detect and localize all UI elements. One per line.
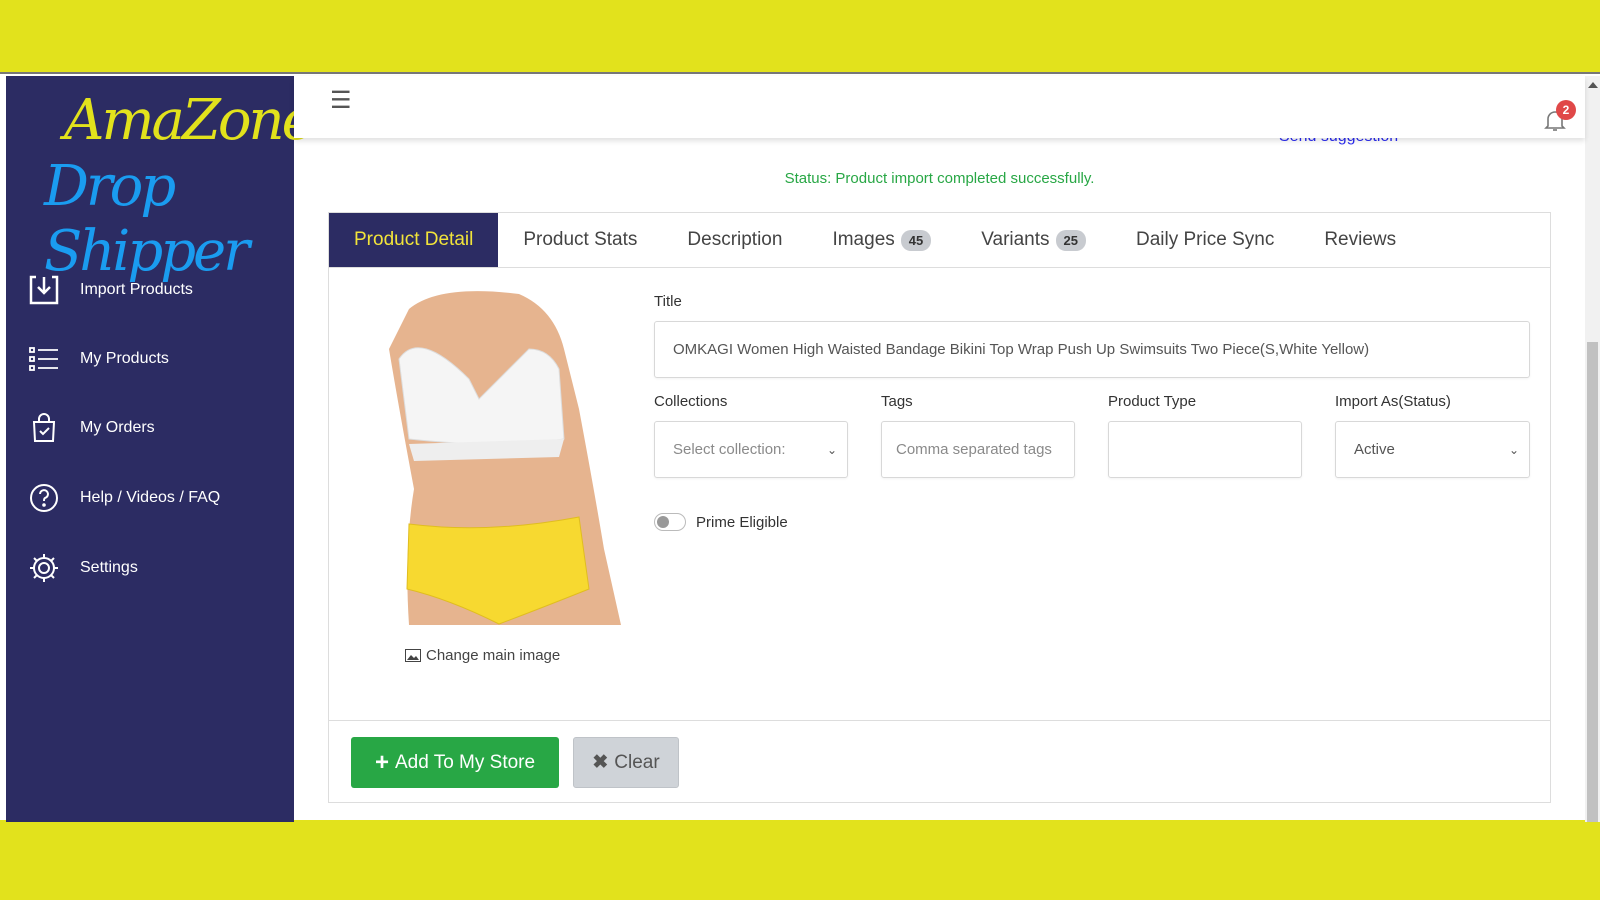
tab-label: Daily Price Sync — [1136, 229, 1275, 250]
logo-text-dropshipper: Drop Shipper — [44, 154, 250, 284]
tags-placeholder: Comma separated tags — [896, 441, 1052, 458]
notification-badge: 2 — [1556, 100, 1576, 120]
import-status-select[interactable]: Active ⌄ — [1335, 421, 1530, 478]
import-status-label: Import As(Status) — [1335, 393, 1451, 410]
sidebar-item-settings[interactable]: Settings — [28, 552, 138, 584]
tab-label: Product Detail — [354, 229, 474, 250]
gear-icon — [30, 554, 58, 582]
tab-description[interactable]: Description — [662, 213, 807, 267]
tab-bar: Product Detail Product Stats Description… — [329, 213, 1550, 268]
sidebar-item-label: Help / Videos / FAQ — [80, 489, 221, 506]
collections-placeholder: Select collection: — [673, 441, 786, 458]
tab-product-detail[interactable]: Product Detail — [329, 213, 499, 267]
import-icon — [29, 275, 59, 305]
help-icon — [30, 484, 58, 512]
tags-input[interactable]: Comma separated tags — [881, 421, 1075, 478]
title-value: OMKAGI Women High Waisted Bandage Bikini… — [673, 341, 1370, 358]
sidebar-item-import-products[interactable]: Import Products — [28, 274, 193, 306]
product-card: Product Detail Product Stats Description… — [328, 212, 1551, 803]
prime-eligible-label: Prime Eligible — [696, 513, 788, 531]
chevron-down-icon: ⌄ — [826, 442, 837, 457]
plus-icon: + — [374, 748, 389, 776]
tab-product-stats[interactable]: Product Stats — [498, 213, 662, 267]
add-label: Add To My Store — [394, 751, 536, 773]
clear-button[interactable]: ✖ Clear — [573, 737, 679, 788]
collections-label: Collections — [654, 393, 728, 410]
scrollbar-thumb[interactable] — [1587, 342, 1598, 822]
divider — [329, 720, 1550, 721]
tab-daily-price-sync[interactable]: Daily Price Sync — [1111, 213, 1299, 267]
change-main-image-link[interactable]: Change main image — [405, 647, 560, 664]
clear-label: Clear — [614, 751, 660, 773]
add-to-store-button[interactable]: + Add To My Store — [351, 737, 559, 788]
image-icon — [405, 649, 421, 662]
logo-text-amazone: AmaZone — [64, 88, 315, 153]
product-type-input[interactable] — [1108, 421, 1302, 478]
collections-select[interactable]: Select collection: ⌄ — [654, 421, 848, 478]
shopping-bag-icon — [32, 413, 56, 442]
images-count-badge: 45 — [900, 229, 932, 251]
close-icon: ✖ — [592, 752, 609, 773]
notifications-button[interactable]: 2 — [1544, 100, 1576, 137]
tab-reviews[interactable]: Reviews — [1299, 213, 1421, 267]
change-image-label: Change main image — [426, 647, 561, 664]
chevron-down-icon: ⌄ — [1508, 442, 1519, 457]
tags-label: Tags — [881, 393, 913, 410]
product-main-image — [379, 289, 621, 625]
tab-label: Variants — [981, 229, 1050, 250]
product-type-label: Product Type — [1108, 393, 1197, 410]
tab-label: Description — [687, 229, 783, 250]
sidebar: AmaZone Drop Shipper Import Products My … — [6, 76, 315, 822]
prime-eligible-toggle[interactable]: Prime Eligible — [654, 513, 788, 531]
list-icon — [29, 347, 58, 371]
top-header: ☰ 2 — [294, 76, 1585, 138]
title-input[interactable]: OMKAGI Women High Waisted Bandage Bikini… — [654, 321, 1530, 378]
app-window: AmaZone Drop Shipper Import Products My … — [0, 72, 1600, 822]
tab-label: Reviews — [1324, 229, 1397, 250]
tab-images[interactable]: Images 45 — [807, 213, 956, 267]
tab-label: Product Stats — [523, 229, 638, 250]
tab-label: Images — [832, 229, 895, 250]
tab-variants[interactable]: Variants 25 — [956, 213, 1111, 267]
title-label: Title — [654, 293, 682, 310]
sidebar-item-label: My Orders — [80, 419, 155, 436]
sidebar-item-help[interactable]: Help / Videos / FAQ — [28, 482, 220, 514]
variants-count-badge: 25 — [1055, 229, 1086, 251]
import-status-value: Active — [1354, 441, 1395, 458]
sidebar-item-my-orders[interactable]: My Orders — [28, 412, 155, 444]
sidebar-item-label: Settings — [80, 559, 138, 576]
sidebar-item-label: My Products — [80, 350, 169, 367]
toggle-switch[interactable] — [654, 513, 686, 531]
status-message: Status: Product import completed success… — [784, 170, 1095, 187]
hamburger-menu-icon[interactable]: ☰ — [330, 86, 352, 115]
sidebar-item-label: Import Products — [80, 281, 193, 298]
sidebar-item-my-products[interactable]: My Products — [28, 343, 169, 375]
